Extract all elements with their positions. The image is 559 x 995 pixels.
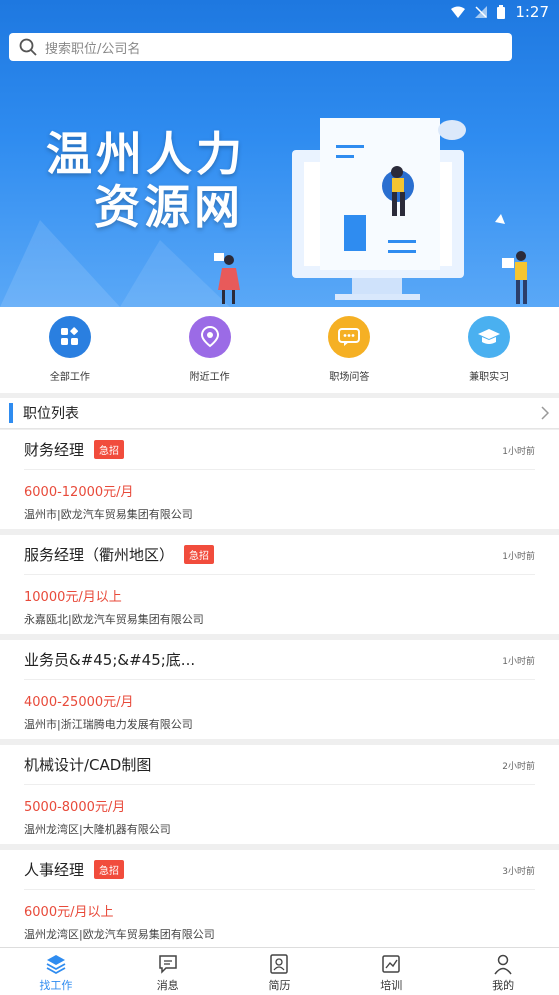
quick-nav-nearby-jobs[interactable]: 附近工作: [140, 307, 280, 393]
wifi-icon: [451, 6, 466, 18]
signal-icon: [475, 6, 488, 18]
job-company: 温州市|欧龙汽车贸易集团有限公司: [24, 508, 193, 521]
job-salary: 6000-12000元/月: [24, 485, 134, 500]
banner-title: 温州人力 资源网: [46, 128, 246, 234]
section-accent-bar: [9, 403, 13, 423]
tab-messages[interactable]: 消息: [112, 948, 224, 995]
job-time: 3小时前: [502, 867, 535, 877]
job-time: 1小时前: [502, 657, 535, 667]
job-card[interactable]: 服务经理（衢州地区） 急招 1小时前 10000元/月以上 永嘉瓯北|欧龙汽车贸…: [0, 535, 559, 634]
quick-nav-all-jobs[interactable]: 全部工作: [0, 307, 140, 393]
job-time: 1小时前: [502, 552, 535, 562]
battery-icon: [497, 5, 506, 19]
banner[interactable]: 1:27 搜索职位/公司名 温州人力 资源网: [0, 0, 559, 307]
user-icon: [494, 954, 512, 975]
job-card[interactable]: 业务员&#45;&#45;底... 1小时前 4000-25000元/月 温州市…: [0, 640, 559, 739]
graduation-cap-icon: [468, 316, 511, 358]
chart-icon: [382, 955, 401, 973]
job-company: 温州市|浙江瑞腾电力发展有限公司: [24, 718, 193, 731]
job-title: 人事经理: [24, 861, 85, 879]
job-list: 财务经理 急招 1小时前 6000-12000元/月 温州市|欧龙汽车贸易集团有…: [0, 430, 559, 955]
tab-label: 简历: [268, 979, 291, 992]
tab-label: 找工作: [39, 979, 73, 992]
banner-title-line1: 温州人力: [46, 127, 246, 181]
quick-nav-label: 职场问答: [329, 372, 370, 383]
urgent-badge: 急招: [94, 440, 125, 459]
job-time: 1小时前: [502, 447, 535, 457]
quick-nav-label: 全部工作: [49, 372, 90, 383]
quick-nav: 全部工作 附近工作 职场问答 兼职实习: [0, 307, 559, 393]
tab-profile[interactable]: 我的: [447, 948, 559, 995]
status-bar: 1:27: [0, 0, 559, 24]
tab-label: 我的: [492, 979, 515, 992]
tab-find-job[interactable]: 找工作: [0, 948, 112, 995]
status-time: 1:27: [515, 3, 549, 21]
banner-title-line2: 资源网: [94, 179, 244, 234]
job-card[interactable]: 人事经理 急招 3小时前 6000元/月以上 温州龙湾区|欧龙汽车贸易集团有限公…: [0, 850, 559, 949]
job-company: 温州龙湾区|欧龙汽车贸易集团有限公司: [24, 928, 215, 941]
job-salary: 5000-8000元/月: [24, 800, 126, 815]
urgent-badge: 急招: [94, 860, 125, 879]
job-title: 业务员&#45;&#45;底...: [24, 651, 196, 669]
search-placeholder: 搜索职位/公司名: [45, 41, 141, 57]
tab-resume[interactable]: 简历: [224, 948, 336, 995]
job-company: 永嘉瓯北|欧龙汽车贸易集团有限公司: [24, 613, 204, 626]
job-card[interactable]: 机械设计/CAD制图 2小时前 5000-8000元/月 温州龙湾区|大隆机器有…: [0, 745, 559, 844]
quick-nav-label: 附近工作: [189, 372, 230, 383]
urgent-badge: 急招: [184, 545, 215, 564]
tab-label: 培训: [380, 979, 403, 992]
job-card[interactable]: 财务经理 急招 1小时前 6000-12000元/月 温州市|欧龙汽车贸易集团有…: [0, 430, 559, 529]
job-list-header[interactable]: 职位列表: [0, 398, 559, 429]
job-salary: 10000元/月以上: [24, 590, 122, 605]
tab-training[interactable]: 培训: [335, 948, 447, 995]
job-salary: 4000-25000元/月: [24, 695, 134, 710]
quick-nav-career-qa[interactable]: 职场问答: [280, 307, 420, 393]
bottom-tab-bar: 找工作 消息 简历 培训 我的: [0, 947, 559, 995]
tab-label: 消息: [156, 979, 179, 992]
layers-icon: [46, 955, 66, 975]
search-icon: [19, 38, 37, 56]
search-input[interactable]: 搜索职位/公司名: [9, 33, 512, 61]
chat-bubble-icon: [328, 316, 371, 358]
job-title: 机械设计/CAD制图: [24, 756, 152, 774]
quick-nav-label: 兼职实习: [469, 372, 510, 383]
job-time: 2小时前: [502, 762, 535, 772]
job-title: 服务经理（衢州地区）: [24, 546, 175, 564]
grid-icon: [48, 316, 91, 358]
quick-nav-part-time[interactable]: 兼职实习: [419, 307, 559, 393]
message-icon: [158, 955, 177, 974]
section-title: 职位列表: [23, 406, 79, 422]
location-pin-icon: [188, 316, 231, 358]
job-title: 财务经理: [24, 441, 85, 459]
job-salary: 6000元/月以上: [24, 905, 114, 920]
resume-icon: [270, 954, 289, 974]
chevron-right-icon[interactable]: [541, 406, 549, 420]
job-company: 温州龙湾区|大隆机器有限公司: [24, 823, 171, 836]
